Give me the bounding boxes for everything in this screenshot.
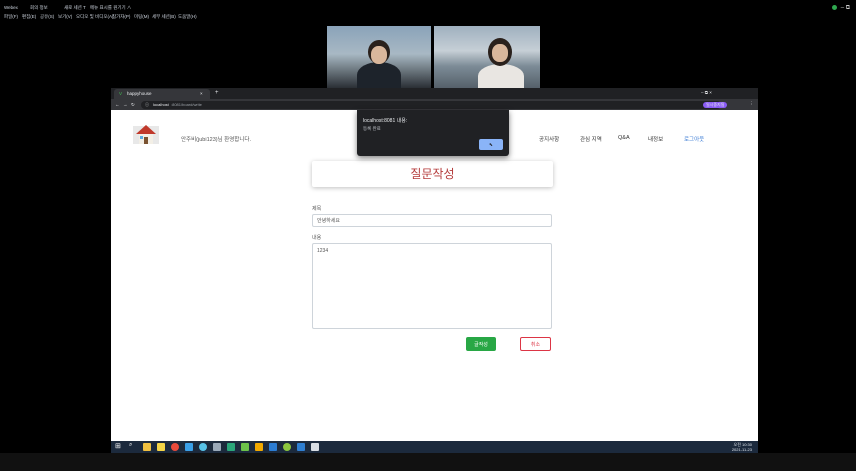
- web-page: 안주비(jubi123)님 환영합니다. 공지사항 관심 지역 Q&A 내정보 …: [111, 110, 758, 441]
- page-title: 질문작성: [410, 167, 455, 181]
- forward-icon[interactable]: →: [123, 102, 128, 107]
- new-tab-button[interactable]: +: [215, 90, 219, 96]
- reload-icon[interactable]: ↻: [131, 102, 135, 108]
- title-label: 제목: [312, 206, 322, 212]
- form-heading-card: 질문작성: [312, 161, 553, 187]
- content-textarea[interactable]: 1234: [312, 243, 552, 329]
- url-host: localhost: [153, 102, 169, 107]
- title-input[interactable]: [312, 214, 552, 227]
- meeting-app-bar: Webex 회의 정보 새로 세션 T 메뉴 표시를 원기기 ∧ 파일(F) 편…: [0, 0, 856, 26]
- tab-happyhouse[interactable]: V happyhouse ×: [114, 89, 210, 99]
- cancel-button[interactable]: 취소: [520, 337, 551, 351]
- vue-favicon-icon: V: [119, 91, 123, 96]
- participant-face: [371, 46, 387, 64]
- nav-interest-area[interactable]: 관심 지역: [580, 135, 602, 143]
- meeting-info-button[interactable]: 회의 정보: [30, 5, 48, 11]
- menu-participants[interactable]: 참가자(P): [112, 14, 130, 20]
- app-icon-8[interactable]: [297, 443, 305, 451]
- alert-dialog: localhost:8081 내용: 등록 완료 ⬉: [357, 110, 509, 156]
- breakout-session-button[interactable]: 새로 세션 T: [64, 5, 86, 11]
- app-icon-5[interactable]: [241, 443, 249, 451]
- url-bar[interactable]: ⓘ localhost :8081/board/write: [141, 100, 721, 109]
- webex-logo-label: Webex: [4, 5, 18, 10]
- nav-my-info[interactable]: 내정보: [648, 135, 663, 143]
- app-icon-4[interactable]: [227, 443, 235, 451]
- menu-share[interactable]: 공유(S): [40, 14, 54, 20]
- app-icon-7[interactable]: [283, 443, 291, 451]
- alert-message: 등록 완료: [363, 126, 381, 131]
- browser-window-controls[interactable]: – ⧉ ×: [701, 90, 712, 95]
- windows-taskbar: ⊞ ⌕ 오전 10:30 2021-11-23: [111, 441, 758, 453]
- taskbar-clock[interactable]: 오전 10:30 2021-11-23: [732, 442, 752, 452]
- menu-edit[interactable]: 편집(E): [22, 14, 36, 20]
- windows-start-icon[interactable]: ⊞: [115, 442, 123, 450]
- participant-face: [492, 44, 508, 62]
- mouse-cursor-icon: ⬉: [489, 142, 493, 147]
- menu-help[interactable]: 도움말(H): [178, 14, 197, 20]
- connection-status-icon: [831, 5, 837, 10]
- vscode-icon[interactable]: [269, 443, 277, 451]
- alert-title: localhost:8081 내용:: [363, 118, 408, 124]
- url-path: :8081/board/write: [171, 102, 202, 107]
- menu-file[interactable]: 파일(F): [4, 14, 18, 20]
- app-icon-2[interactable]: [199, 443, 207, 451]
- tab-strip: V happyhouse × + – ⧉ ×: [111, 88, 758, 99]
- alert-ok-button[interactable]: ⬉: [479, 139, 503, 150]
- tab-title: happyhouse: [127, 91, 152, 96]
- app-icon-9[interactable]: [311, 443, 319, 451]
- menu-meeting[interactable]: 미팅(M): [134, 14, 149, 20]
- participant-video-2[interactable]: [434, 26, 540, 88]
- address-bar-row: ← → ↻ ⓘ localhost :8081/board/write 일시중지…: [111, 99, 758, 110]
- profile-paused-badge[interactable]: 일시중지됨: [703, 101, 728, 108]
- nav-notice[interactable]: 공지사항: [539, 135, 559, 143]
- participant-body: [357, 62, 401, 88]
- menu-view[interactable]: 보기(V): [58, 14, 72, 20]
- tab-close-icon[interactable]: ×: [200, 91, 203, 96]
- file-explorer-icon[interactable]: [143, 443, 151, 451]
- nav-logout[interactable]: 로그아웃: [684, 135, 704, 143]
- clock-date: 2021-11-23: [731, 447, 752, 452]
- app-window-controls[interactable]: – ⧉: [831, 5, 850, 12]
- welcome-text: 안주비(jubi123)님 환영합니다.: [181, 137, 251, 143]
- app-icon-1[interactable]: [185, 443, 193, 451]
- menu-breakout[interactable]: 세부 세션(B): [152, 14, 176, 20]
- participant-body: [478, 64, 524, 88]
- submit-button[interactable]: 글작성: [466, 337, 496, 351]
- chrome-icon[interactable]: [171, 443, 179, 451]
- browser-window: V happyhouse × + – ⧉ × ← → ↻ ⓘ localhost…: [111, 88, 758, 441]
- participant-video-1[interactable]: [327, 26, 431, 88]
- content-label: 내용: [312, 235, 322, 241]
- app-icon-3[interactable]: [213, 443, 221, 451]
- hide-menu-button[interactable]: 메뉴 표시를 원기기 ∧: [90, 5, 131, 11]
- sticky-notes-icon[interactable]: [157, 443, 165, 451]
- back-icon[interactable]: ←: [115, 102, 120, 107]
- menu-audio-video[interactable]: 오디오 및 비디오(A): [76, 14, 113, 20]
- info-icon[interactable]: ⓘ: [145, 102, 149, 108]
- house-logo-icon[interactable]: [133, 122, 159, 146]
- browser-menu-icon[interactable]: ⋮: [749, 101, 754, 107]
- app-icon-6[interactable]: [255, 443, 263, 451]
- nav-qna[interactable]: Q&A: [618, 135, 630, 141]
- screen-bottom-bar: [0, 453, 856, 471]
- search-icon[interactable]: ⌕: [129, 442, 137, 450]
